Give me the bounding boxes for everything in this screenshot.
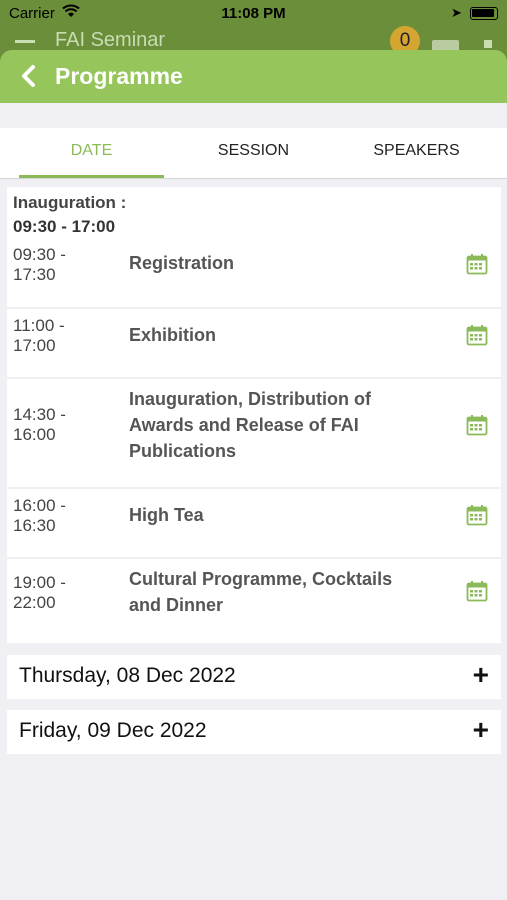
day-row-thursday[interactable]: Thursday, 08 Dec 2022 + bbox=[7, 655, 501, 699]
location-icon: ➤ bbox=[451, 5, 462, 20]
event-row[interactable]: 14:30 - 16:00 Inauguration, Distribution… bbox=[7, 379, 501, 489]
event-row[interactable]: 09:30 - 17:30 Registration bbox=[7, 237, 501, 309]
tab-session[interactable]: SESSION bbox=[180, 128, 327, 178]
event-time: 19:00 - 22:00 bbox=[13, 573, 66, 612]
programme-header: Programme bbox=[0, 50, 507, 103]
event-time: 16:00 - 16:30 bbox=[13, 496, 66, 535]
expand-plus-icon[interactable]: + bbox=[473, 716, 489, 744]
event-time: 09:30 - 17:30 bbox=[13, 245, 66, 284]
section-header: Inauguration : 09:30 - 17:00 bbox=[7, 187, 501, 237]
back-button[interactable] bbox=[16, 63, 42, 89]
section-time-range: 09:30 - 17:00 bbox=[13, 217, 116, 236]
day-row-friday[interactable]: Friday, 09 Dec 2022 + bbox=[7, 710, 501, 754]
event-title: High Tea bbox=[129, 505, 204, 525]
page-title: Programme bbox=[55, 63, 183, 89]
app-title: FAI Seminar bbox=[55, 29, 166, 51]
add-to-calendar-icon[interactable] bbox=[466, 324, 488, 346]
event-row[interactable]: 19:00 - 22:00 Cultural Programme, Cockta… bbox=[7, 559, 501, 643]
event-title: Exhibition bbox=[129, 325, 216, 345]
add-to-calendar-icon[interactable] bbox=[466, 504, 488, 526]
menu-icon bbox=[15, 40, 35, 43]
tab-speakers[interactable]: SPEAKERS bbox=[343, 128, 490, 178]
section-label: Inauguration : bbox=[13, 193, 127, 212]
battery-icon bbox=[470, 7, 498, 20]
day-label: Friday, 09 Dec 2022 bbox=[19, 719, 207, 742]
status-bar: Carrier 11:08 PM ➤ bbox=[0, 0, 507, 28]
event-time: 14:30 - 16:00 bbox=[13, 405, 66, 444]
tab-date[interactable]: DATE bbox=[19, 128, 164, 178]
add-to-calendar-icon[interactable] bbox=[466, 580, 488, 602]
clock: 11:08 PM bbox=[221, 5, 286, 22]
chevron-left-icon bbox=[22, 65, 35, 87]
event-row[interactable]: 11:00 - 17:00 Exhibition bbox=[7, 309, 501, 379]
more-icon bbox=[484, 40, 492, 48]
day-label: Thursday, 08 Dec 2022 bbox=[19, 664, 236, 687]
add-to-calendar-icon[interactable] bbox=[466, 253, 488, 275]
programme-list: Inauguration : 09:30 - 17:00 09:30 - 17:… bbox=[7, 187, 501, 643]
event-title: Registration bbox=[129, 253, 235, 273]
event-time: 11:00 - 17:00 bbox=[13, 316, 65, 355]
event-title: Cultural Programme, Cocktails and Dinner bbox=[129, 569, 393, 615]
event-title: Inauguration, Distribution of Awards and… bbox=[129, 389, 371, 461]
event-row[interactable]: 16:00 - 16:30 High Tea bbox=[7, 489, 501, 559]
expand-plus-icon[interactable]: + bbox=[473, 661, 489, 689]
add-to-calendar-icon[interactable] bbox=[466, 414, 488, 436]
tab-bar: DATE SESSION SPEAKERS bbox=[0, 128, 507, 179]
